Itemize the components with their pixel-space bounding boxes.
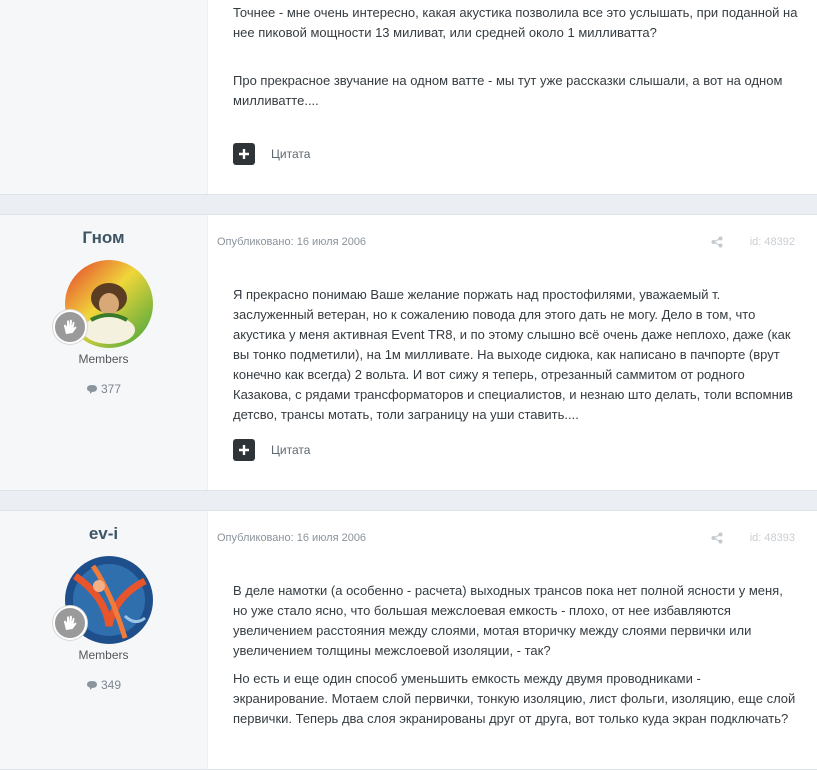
quote-button[interactable] [233, 143, 255, 165]
quote-link[interactable]: Цитата [271, 147, 310, 161]
author-panel: Гном Members 377 [0, 215, 208, 490]
post-content: Я прекрасно понимаю Ваше желание поржать… [233, 285, 798, 433]
member-group: Members [78, 648, 129, 662]
quote-button[interactable] [233, 439, 255, 461]
share-icon[interactable] [711, 236, 723, 248]
rank-badge [53, 606, 87, 640]
post-paragraph: Точнее - мне очень интересно, какая акус… [233, 5, 798, 40]
quote-link[interactable]: Цитата [271, 443, 310, 457]
post-count-value: 349 [100, 678, 122, 692]
post-id[interactable]: id: 48393 [750, 532, 795, 544]
hand-icon [64, 319, 77, 334]
plus-icon [239, 445, 249, 455]
post-date: Опубликовано: 16 июля 2006 [217, 532, 367, 544]
post-paragraph: В деле намотки (а особенно - расчета) вы… [233, 583, 783, 658]
post-id[interactable]: id: 48392 [750, 236, 795, 248]
author-name[interactable]: ev-i [0, 524, 207, 544]
plus-icon [239, 149, 249, 159]
share-icon[interactable] [711, 532, 723, 544]
post-paragraph: Я прекрасно понимаю Ваше желание поржать… [233, 287, 793, 422]
rank-badge [53, 310, 87, 344]
post-content: В деле намотки (а особенно - расчета) вы… [233, 581, 798, 737]
comment-icon [86, 681, 97, 690]
post-paragraph: Но есть и еще один способ уменьшить емко… [233, 671, 796, 726]
post: Гном Members 377 Опубликовано: 16 июля 2… [0, 214, 817, 491]
post: ev-i Members 349 Опубликовано: 16 июля 2… [0, 510, 817, 770]
author-panel [0, 0, 208, 194]
author-panel: ev-i Members 349 [0, 511, 208, 769]
post: Точнее - мне очень интересно, какая акус… [0, 0, 817, 195]
member-group: Members [78, 352, 129, 366]
post-count: 349 [0, 678, 207, 692]
post-count-value: 377 [100, 382, 122, 396]
post-date: Опубликовано: 16 июля 2006 [217, 236, 367, 248]
post-content: Точнее - мне очень интересно, какая акус… [233, 3, 798, 119]
author-name[interactable]: Гном [0, 228, 207, 248]
hand-icon [64, 615, 77, 630]
comment-icon [86, 385, 97, 394]
post-count: 377 [0, 382, 207, 396]
post-paragraph: Про прекрасное звучание на одном ватте -… [233, 73, 783, 108]
